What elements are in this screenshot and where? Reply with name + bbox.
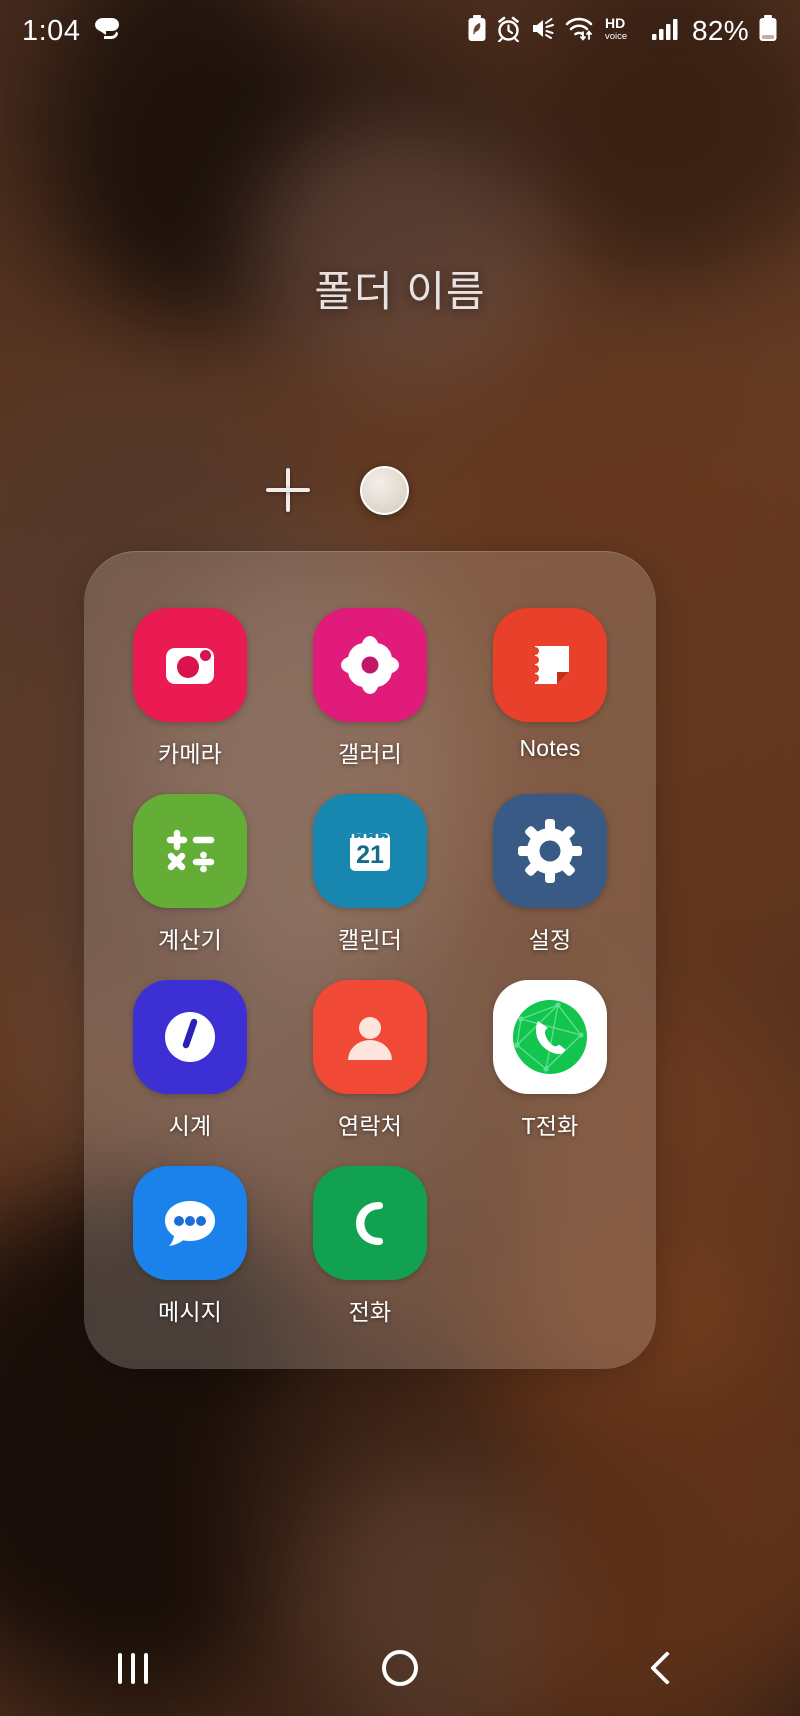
hd-voice-icon: HD voice bbox=[604, 15, 642, 47]
folder-app-grid: 카메라 갤러리 Notes 계산기 21 캘린더 설정 시계 연락처 T전화 메… bbox=[84, 551, 656, 1369]
calendar-day: 21 bbox=[356, 841, 384, 869]
back-button[interactable] bbox=[612, 1638, 722, 1698]
app-settings[interactable]: 설정 bbox=[460, 794, 640, 980]
app-label: T전화 bbox=[521, 1113, 579, 1139]
calendar-icon: 21 bbox=[313, 794, 427, 908]
app-label: 설정 bbox=[528, 927, 572, 953]
battery-icon bbox=[758, 15, 778, 47]
message-bubble-icon bbox=[92, 16, 122, 47]
phone-icon bbox=[313, 1166, 427, 1280]
folder-name-label[interactable]: 폴더 이름 bbox=[0, 258, 800, 319]
notes-icon bbox=[493, 608, 607, 722]
app-gallery[interactable]: 갤러리 bbox=[280, 608, 460, 794]
app-messages[interactable]: 메시지 bbox=[100, 1166, 280, 1352]
folder-action-row bbox=[0, 462, 800, 518]
svg-text:HD: HD bbox=[605, 15, 625, 31]
app-label: 전화 bbox=[348, 1299, 392, 1325]
app-label: 카메라 bbox=[157, 741, 223, 767]
status-bar: 1:04 HD voice 82% bbox=[0, 0, 800, 62]
home-icon bbox=[381, 1650, 418, 1686]
contacts-icon bbox=[313, 980, 427, 1094]
gallery-icon bbox=[313, 608, 427, 722]
settings-icon bbox=[493, 794, 607, 908]
signal-bars-icon bbox=[651, 16, 681, 46]
app-label: Notes bbox=[519, 735, 581, 761]
tphone-icon bbox=[493, 980, 607, 1094]
app-label: 캘린더 bbox=[337, 927, 403, 953]
calculator-icon bbox=[133, 794, 247, 908]
clock-icon bbox=[133, 980, 247, 1094]
recents-icon bbox=[118, 1652, 149, 1684]
status-bar-clock: 1:04 bbox=[22, 14, 81, 47]
app-label: 연락처 bbox=[337, 1113, 403, 1139]
alarm-icon bbox=[496, 16, 521, 47]
app-label: 시계 bbox=[168, 1113, 212, 1139]
battery-percent-label: 82% bbox=[692, 15, 749, 46]
home-button[interactable] bbox=[345, 1638, 455, 1698]
app-notes[interactable]: Notes bbox=[460, 608, 640, 794]
app-label: 메시지 bbox=[157, 1299, 223, 1325]
phone-screen: 1:04 HD voice 82% 폴더 이름 카메라 갤러리 Notes 계산… bbox=[0, 0, 800, 1716]
messages-icon bbox=[133, 1166, 247, 1280]
app-clock[interactable]: 시계 bbox=[100, 980, 280, 1166]
add-apps-button[interactable] bbox=[260, 462, 316, 518]
battery-saver-icon bbox=[467, 15, 487, 47]
app-contacts[interactable]: 연락처 bbox=[280, 980, 460, 1166]
back-chevron-icon bbox=[649, 1651, 684, 1685]
folder-panel: 카메라 갤러리 Notes 계산기 21 캘린더 설정 시계 연락처 T전화 메… bbox=[84, 551, 656, 1369]
app-phone[interactable]: 전화 bbox=[280, 1166, 460, 1352]
svg-text:voice: voice bbox=[605, 31, 627, 42]
navigation-bar bbox=[0, 1620, 800, 1716]
recents-button[interactable] bbox=[78, 1638, 188, 1698]
vibrate-mute-icon bbox=[530, 16, 556, 46]
app-label: 갤러리 bbox=[337, 741, 403, 767]
app-label: 계산기 bbox=[157, 927, 223, 953]
folder-color-button[interactable] bbox=[359, 465, 409, 515]
app-camera[interactable]: 카메라 bbox=[100, 608, 280, 794]
app-tphone[interactable]: T전화 bbox=[460, 980, 640, 1166]
app-calendar[interactable]: 21 캘린더 bbox=[280, 794, 460, 980]
app-calculator[interactable]: 계산기 bbox=[100, 794, 280, 980]
wifi-transfer-icon bbox=[565, 16, 595, 46]
camera-icon bbox=[133, 608, 247, 722]
